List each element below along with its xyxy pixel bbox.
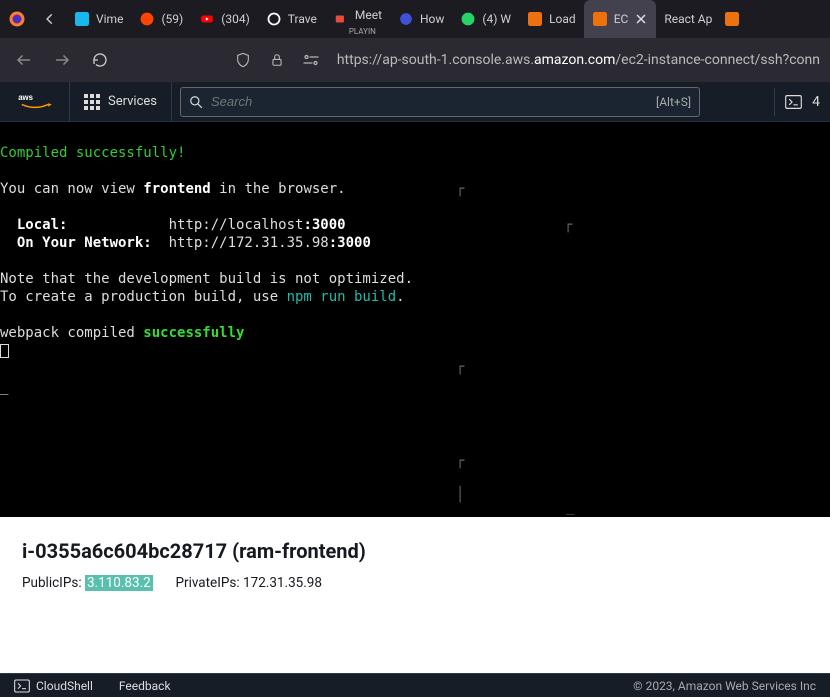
tab-react[interactable]: React Ap: [656, 0, 720, 38]
tab-label: Trave: [288, 12, 317, 26]
aws-header: aws Services [Alt+S] 4: [0, 82, 830, 122]
webpack-status: webpack compiled: [0, 325, 143, 341]
services-label: Services: [108, 94, 157, 109]
header-overflow: 4: [812, 94, 820, 110]
private-ip-label: PrivateIPs:: [175, 575, 239, 591]
public-ip-value[interactable]: 3.110.83.2: [85, 575, 153, 591]
tab-label: (4) W: [482, 12, 511, 26]
svg-text:aws: aws: [18, 93, 33, 102]
npm-command: npm run build: [287, 289, 397, 305]
whatsapp-icon: [460, 11, 476, 27]
reload-button[interactable]: [86, 46, 114, 74]
tab-how[interactable]: How: [390, 0, 452, 38]
local-url: http://localhost: [169, 217, 304, 233]
terminal-text: frontend: [143, 181, 210, 197]
cloudshell-link[interactable]: CloudShell: [14, 679, 93, 693]
network-url: http://172.31.35.98: [169, 235, 329, 251]
back-button[interactable]: [10, 46, 38, 74]
public-ip-label: PublicIPs:: [22, 575, 82, 591]
tab-label: Meet: [355, 8, 382, 22]
close-tab-icon[interactable]: [634, 12, 648, 26]
tab-load[interactable]: Load: [519, 0, 584, 38]
terminal[interactable]: Compiled successfully! You can now view …: [0, 122, 830, 517]
url-bar: https://ap-south-1.console.aws.amazon.co…: [0, 38, 830, 82]
ec2-favicon-icon: [592, 11, 608, 27]
tab-ec2[interactable]: EC: [584, 0, 657, 38]
shield-icon[interactable]: [231, 48, 255, 72]
network-label: On Your Network:: [17, 235, 152, 251]
local-label: Local:: [17, 217, 68, 233]
webpack-status-value: successfully: [143, 325, 244, 341]
reddit-icon: [139, 11, 155, 27]
tab-reddit[interactable]: (59): [131, 0, 191, 38]
url-text: https://ap-south-1.console.aws.amazon.co…: [337, 52, 820, 68]
permissions-icon[interactable]: [299, 48, 323, 72]
network-port: :3000: [329, 235, 371, 251]
instance-title: i-0355a6c604bc28717 (ram-frontend): [22, 539, 808, 563]
aws-footer: CloudShell Feedback © 2023, Amazon Web S…: [0, 673, 830, 697]
tab-label: Load: [549, 12, 576, 26]
feedback-link[interactable]: Feedback: [119, 679, 171, 693]
instance-id: i-0355a6c604bc28717: [22, 539, 227, 563]
tab-label: React Ap: [664, 12, 712, 26]
cloudshell-footer-icon: [14, 679, 30, 693]
url-input[interactable]: https://ap-south-1.console.aws.amazon.co…: [337, 52, 820, 68]
private-ip-value: 172.31.35.98: [243, 575, 322, 591]
tab-label: How: [420, 12, 444, 26]
tab-label: (59): [161, 12, 183, 26]
generic-icon: [398, 11, 414, 27]
lock-icon[interactable]: [265, 48, 289, 72]
cloudshell-icon[interactable]: [774, 88, 802, 116]
terminal-cursor: [0, 344, 9, 358]
aws-favicon-icon: [527, 11, 543, 27]
terminal-text: You can now view: [0, 181, 143, 197]
instance-ips: PublicIPs: 3.110.83.2 PrivateIPs: 172.31…: [22, 575, 808, 591]
terminal-text: .: [396, 289, 404, 305]
instance-info-panel: i-0355a6c604bc28717 (ram-frontend) Publi…: [0, 517, 830, 673]
aws-logo[interactable]: aws: [0, 82, 70, 122]
tab-subtitle: PLAYIN: [349, 27, 376, 36]
tab-label: EC: [614, 12, 629, 26]
feedback-label: Feedback: [119, 679, 171, 693]
cloudshell-label: CloudShell: [36, 679, 93, 693]
search-input[interactable]: [211, 94, 648, 109]
services-menu[interactable]: Services: [70, 82, 172, 122]
compile-status: Compiled successfully!: [0, 145, 185, 161]
github-icon: [266, 11, 282, 27]
tab-meet[interactable]: Meet PLAYIN: [325, 0, 390, 38]
forward-button[interactable]: [48, 46, 76, 74]
youtube-icon: [199, 11, 215, 27]
tab-scroll-left-icon[interactable]: [34, 0, 66, 38]
generic-orange-icon: [724, 11, 740, 27]
aws-search[interactable]: [Alt+S]: [180, 87, 700, 117]
search-icon: [189, 95, 203, 109]
tab-label: Vime: [96, 12, 123, 26]
tab-overflow[interactable]: [720, 0, 748, 38]
tab-youtube[interactable]: (304): [191, 0, 258, 38]
search-shortcut: [Alt+S]: [656, 95, 691, 109]
instance-name: (ram-frontend): [232, 539, 366, 563]
terminal-note: To create a production build, use: [0, 289, 287, 305]
tab-whatsapp[interactable]: (4) W: [452, 0, 519, 38]
local-port: :3000: [303, 217, 345, 233]
vimeo-icon: [74, 11, 90, 27]
tab-label: (304): [221, 12, 250, 26]
meet-icon: [333, 11, 349, 27]
browser-tabs-bar: Vime (59) (304) Trave Meet PLAYIN How (4…: [0, 0, 830, 38]
terminal-note: Note that the development build is not o…: [0, 271, 413, 287]
copyright-text: © 2023, Amazon Web Services Inc: [633, 679, 816, 693]
tab-vimeo[interactable]: Vime: [66, 0, 131, 38]
firefox-icon[interactable]: [0, 0, 34, 38]
terminal-text: in the browser.: [211, 181, 346, 197]
tab-github[interactable]: Trave: [258, 0, 325, 38]
